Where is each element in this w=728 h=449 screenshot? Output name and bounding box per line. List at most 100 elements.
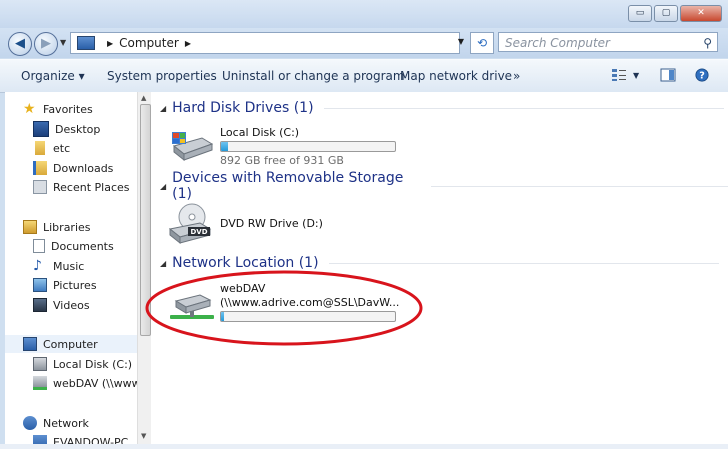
group-removable-storage[interactable]: ◢ Devices with Removable Storage (1) — [160, 170, 728, 202]
nav-item-downloads[interactable]: Downloads — [33, 159, 113, 177]
uninstall-program-button[interactable]: Uninstall or change a program — [222, 69, 405, 83]
nav-item-music-label: Music — [53, 259, 85, 273]
nav-item-evandow-pc[interactable]: EVANDOW-PC — [33, 433, 128, 444]
nav-item-local-disk[interactable]: Local Disk (C:) — [33, 355, 132, 373]
nav-computer[interactable]: Computer — [5, 335, 137, 353]
collapse-triangle-icon[interactable]: ◢ — [160, 259, 166, 268]
dvd-drive-icon[interactable]: DVD — [168, 203, 212, 245]
organize-button[interactable]: Organize ▾ — [21, 69, 85, 83]
nav-computer-label: Computer — [43, 337, 98, 351]
nav-favorites-label: Favorites — [43, 102, 93, 116]
svg-text:DVD: DVD — [190, 228, 207, 236]
nav-item-documents-label: Documents — [51, 239, 114, 253]
collapse-triangle-icon[interactable]: ◢ — [160, 182, 166, 191]
help-icon[interactable]: ? — [694, 68, 710, 82]
local-disk-name[interactable]: Local Disk (C:) — [220, 126, 299, 139]
command-bar: Organize ▾ System properties Uninstall o… — [0, 59, 728, 93]
pictures-icon — [33, 278, 47, 292]
dvd-drive-name[interactable]: DVD RW Drive (D:) — [220, 217, 323, 230]
nav-item-downloads-label: Downloads — [53, 161, 114, 175]
network-icon — [23, 416, 37, 430]
group-title: Devices with Removable Storage (1) — [172, 170, 404, 202]
maximize-button[interactable]: ▢ — [654, 5, 678, 22]
search-icon[interactable]: ⚲ — [703, 33, 712, 53]
videos-icon — [33, 298, 47, 312]
group-title: Hard Disk Drives (1) — [172, 100, 314, 116]
nav-item-evandow-pc-label: EVANDOW-PC — [53, 435, 129, 445]
map-network-drive-button[interactable]: Map network drive — [400, 69, 512, 83]
address-bar[interactable]: ▶ Computer ▶ — [70, 32, 460, 54]
libraries-icon — [23, 220, 37, 234]
navigation-pane: ★ Favorites Desktop etc Downloads Recent… — [5, 92, 137, 444]
view-options-dropdown-icon[interactable]: ▼ — [633, 71, 639, 80]
nav-item-videos[interactable]: Videos — [33, 296, 90, 314]
collapse-triangle-icon[interactable]: ◢ — [160, 104, 166, 113]
network-drive-icon[interactable] — [170, 289, 214, 325]
group-network-location[interactable]: ◢ Network Location (1) — [160, 254, 719, 272]
recent-places-icon — [33, 180, 47, 194]
music-note-icon: ♪ — [33, 258, 42, 274]
downloads-folder-icon — [33, 161, 47, 175]
back-button[interactable]: ◀ — [8, 32, 32, 56]
computer-icon — [33, 435, 47, 444]
breadcrumb-chevron-icon[interactable]: ▶ — [185, 39, 191, 48]
breadcrumb-computer[interactable]: Computer — [119, 36, 179, 50]
nav-item-recent-places-label: Recent Places — [53, 180, 130, 194]
disk-usage-fill — [221, 142, 228, 151]
nav-libraries[interactable]: Libraries — [23, 218, 91, 236]
webdav-name[interactable]: webDAV — [220, 282, 265, 295]
local-disk-free-space: 892 GB free of 931 GB — [220, 154, 344, 167]
nav-item-etc[interactable]: etc — [33, 139, 70, 157]
forward-button[interactable]: ▶ — [34, 32, 58, 56]
search-placeholder: Search Computer — [505, 36, 610, 50]
hard-drive-icon[interactable] — [170, 128, 214, 164]
webdav-usage-fill — [221, 312, 225, 321]
nav-network[interactable]: Network — [23, 414, 89, 432]
nav-item-local-disk-label: Local Disk (C:) — [53, 357, 133, 371]
address-dropdown-icon[interactable]: ▼ — [454, 32, 468, 52]
minimize-button[interactable]: ▭ — [628, 5, 652, 22]
nav-item-pictures-label: Pictures — [53, 278, 97, 292]
svg-text:?: ? — [699, 71, 705, 82]
group-hard-disk-drives[interactable]: ◢ Hard Disk Drives (1) — [160, 99, 724, 117]
group-divider — [430, 185, 728, 187]
nav-item-etc-label: etc — [53, 141, 71, 155]
disk-usage-bar — [220, 141, 396, 152]
computer-icon — [23, 337, 37, 351]
webdav-path: (\\www.adrive.com@SSL\DavW... — [220, 296, 400, 309]
breadcrumb-separator-icon[interactable]: ▶ — [107, 39, 113, 48]
desktop-icon — [33, 121, 49, 137]
star-icon: ★ — [23, 101, 36, 117]
folder-icon — [35, 141, 45, 155]
window-controls: ▭ ▢ ✕ — [628, 5, 722, 22]
network-drive-icon — [33, 376, 47, 390]
refresh-button[interactable]: ⟲ — [470, 32, 494, 54]
nav-item-videos-label: Videos — [53, 298, 90, 312]
scroll-down-icon[interactable]: ▼ — [141, 432, 146, 440]
status-bar — [0, 444, 728, 449]
nav-favorites[interactable]: ★ Favorites — [23, 100, 93, 118]
group-title: Network Location (1) — [172, 255, 319, 271]
scrollbar-thumb[interactable] — [140, 104, 151, 336]
change-view-icon[interactable] — [611, 68, 627, 82]
nav-item-desktop[interactable]: Desktop — [33, 120, 100, 138]
system-properties-button[interactable]: System properties — [107, 69, 217, 83]
search-input[interactable]: Search Computer ⚲ — [498, 32, 718, 52]
scroll-up-icon[interactable]: ▲ — [141, 94, 146, 102]
preview-pane-icon[interactable] — [660, 68, 676, 82]
nav-network-label: Network — [43, 416, 89, 430]
webdav-usage-bar — [220, 311, 396, 322]
group-divider — [323, 107, 724, 109]
nav-item-documents[interactable]: Documents — [33, 237, 114, 255]
computer-icon — [77, 36, 95, 50]
nav-item-recent-places[interactable]: Recent Places — [33, 178, 130, 196]
nav-item-music[interactable]: ♪ Music — [33, 257, 84, 275]
navigation-scrollbar[interactable]: ▲ ▼ — [137, 92, 152, 444]
nav-item-webdav[interactable]: webDAV (\\www — [33, 374, 137, 392]
nav-item-pictures[interactable]: Pictures — [33, 276, 97, 294]
title-bar: ▭ ▢ ✕ — [0, 0, 728, 28]
recent-pages-dropdown-icon[interactable]: ▼ — [60, 38, 66, 47]
close-button[interactable]: ✕ — [680, 5, 722, 22]
more-commands-button[interactable]: » — [513, 69, 520, 83]
hard-drive-icon — [33, 357, 47, 371]
